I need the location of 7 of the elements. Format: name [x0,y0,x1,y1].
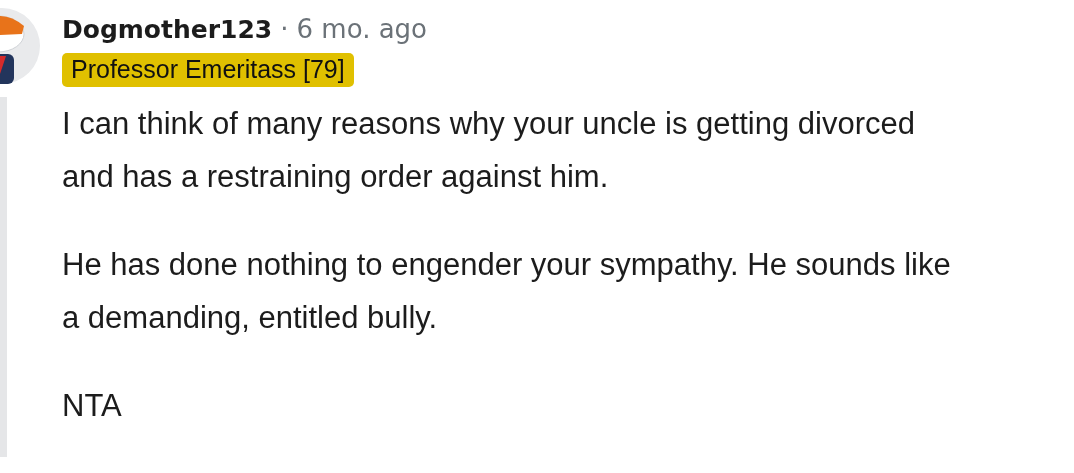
comment-paragraph: He has done nothing to engender your sympathy. He sounds like a demanding, entitled bully. [62,246,952,337]
separator: · [280,14,289,44]
timestamp[interactable]: 6 mo. ago [296,14,427,44]
comment-paragraph: NTA [62,387,123,425]
username[interactable]: Dogmother123 [62,15,273,44]
user-flair: Professor Emeritass [79] [62,53,354,87]
comment-paragraph: I can think of many reasons why your uncle is getting divorced and has a restraining order against him. [62,105,916,196]
